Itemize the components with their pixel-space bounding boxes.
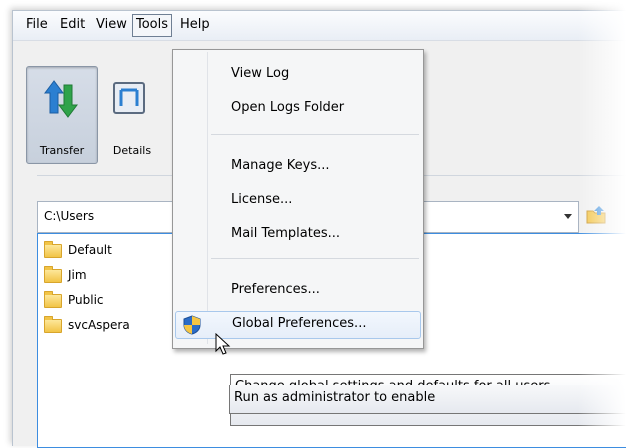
details-label: Details xyxy=(112,144,152,157)
menu-edit[interactable]: Edit xyxy=(57,14,88,35)
folder-icon xyxy=(44,315,62,333)
list-item[interactable]: Default xyxy=(44,238,112,262)
folder-icon xyxy=(44,265,62,283)
folder-icon xyxy=(44,290,62,308)
details-button[interactable]: Details xyxy=(101,66,163,164)
menu-item-label: Manage Keys... xyxy=(231,158,330,173)
tooltip-spacer xyxy=(229,375,626,376)
file-name: Default xyxy=(68,243,112,257)
tooltip-lower: Run as administrator to enable xyxy=(229,385,626,414)
transfer-button[interactable]: Transfer xyxy=(26,66,98,164)
path-value: C:\Users xyxy=(44,209,95,223)
file-name: Public xyxy=(68,293,104,307)
application-window: File Edit View Tools Help Transfer Detai… xyxy=(12,10,626,448)
tools-menu: View Log Open Logs Folder Manage Keys...… xyxy=(172,49,424,349)
menu-item-label: View Log xyxy=(231,66,290,81)
chevron-down-icon[interactable] xyxy=(564,214,572,219)
menu-item-open-logs-folder[interactable]: Open Logs Folder xyxy=(175,96,419,122)
menu-item-preferences[interactable]: Preferences... xyxy=(175,278,419,304)
menu-item-license[interactable]: License... xyxy=(175,188,419,214)
menu-file[interactable]: File xyxy=(23,14,51,35)
menu-tools[interactable]: Tools xyxy=(132,14,173,37)
menu-view[interactable]: View xyxy=(93,14,130,35)
menu-item-global-preferences[interactable]: Global Preferences... xyxy=(175,311,421,339)
menu-item-view-log[interactable]: View Log xyxy=(175,62,419,88)
menu-separator xyxy=(211,134,419,135)
menu-item-label: Preferences... xyxy=(231,282,320,297)
menu-item-manage-keys[interactable]: Manage Keys... xyxy=(175,154,419,180)
mouse-pointer-icon xyxy=(215,332,231,361)
menu-bar: File Edit View Tools Help xyxy=(13,11,626,41)
menu-separator xyxy=(211,258,419,259)
menu-help[interactable]: Help xyxy=(177,14,213,35)
list-item[interactable]: svcAspera xyxy=(44,313,130,337)
folder-icon xyxy=(44,240,62,258)
menu-item-label: Mail Templates... xyxy=(231,226,341,241)
menu-item-label: Open Logs Folder xyxy=(231,100,345,115)
folder-up-icon[interactable] xyxy=(585,205,607,229)
tooltip-line-2: Run as administrator to enable xyxy=(234,390,436,405)
list-item[interactable]: Jim xyxy=(44,263,87,287)
menu-item-mail-templates[interactable]: Mail Templates... xyxy=(175,222,419,248)
file-name: Jim xyxy=(68,268,87,282)
menu-item-label: Global Preferences... xyxy=(232,316,367,331)
file-name: svcAspera xyxy=(68,318,130,332)
menu-item-label: License... xyxy=(231,192,293,207)
list-item[interactable]: Public xyxy=(44,288,104,312)
transfer-label: Transfer xyxy=(39,144,85,157)
uac-shield-icon xyxy=(183,315,201,339)
